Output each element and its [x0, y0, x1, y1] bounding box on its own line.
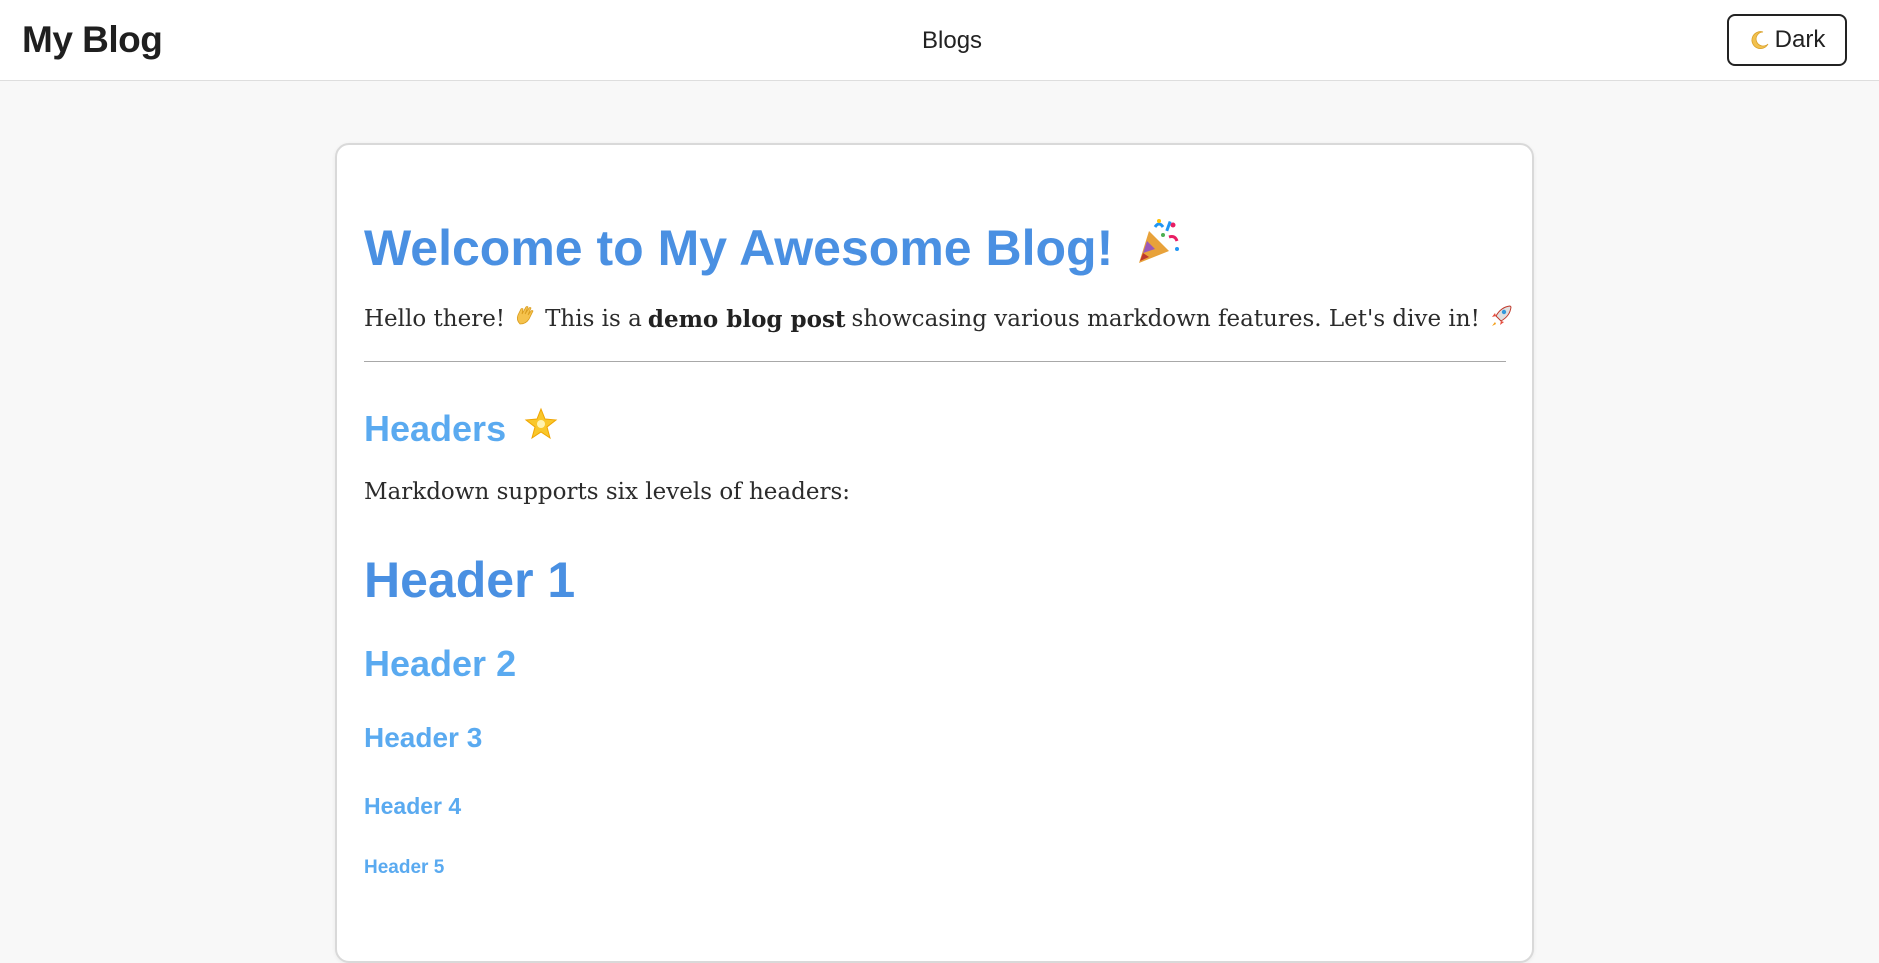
section-divider — [364, 361, 1506, 362]
demo-header-3: Header 3 — [364, 722, 483, 753]
demo-header-4: Header 4 — [364, 793, 462, 819]
intro-bold: demo blog post — [647, 305, 846, 333]
article-title-text: Welcome to My Awesome Blog! — [364, 220, 1114, 276]
intro-rest: showcasing various markdown features. Le… — [851, 306, 1480, 332]
section-heading: Headers — [364, 405, 560, 452]
waving-hand-icon — [513, 304, 537, 334]
article-title: Welcome to My Awesome Blog! — [364, 217, 1183, 279]
demo-header-2: Header 2 — [364, 643, 517, 684]
site-brand[interactable]: My Blog — [22, 19, 163, 61]
intro-paragraph: Hello there! This is a demo blog post sh… — [364, 303, 1514, 335]
intro-middle: This is a — [545, 306, 642, 332]
intro-greeting: Hello there! — [364, 306, 506, 332]
demo-header-1: Header 1 — [364, 552, 576, 608]
glowing-star-icon — [522, 405, 560, 452]
section-heading-text: Headers — [364, 407, 507, 449]
section-paragraph: Markdown supports six levels of headers: — [364, 479, 851, 505]
theme-toggle-label: Dark — [1774, 26, 1826, 53]
party-popper-icon — [1133, 217, 1183, 279]
nav-link-blogs[interactable]: Blogs — [922, 27, 982, 55]
moon-icon — [1749, 29, 1771, 51]
theme-toggle-button[interactable]: Dark — [1727, 14, 1847, 66]
demo-header-5: Header 5 — [364, 857, 445, 878]
top-navbar: My Blog Blogs Dark — [0, 0, 1879, 81]
rocket-icon — [1488, 303, 1514, 335]
